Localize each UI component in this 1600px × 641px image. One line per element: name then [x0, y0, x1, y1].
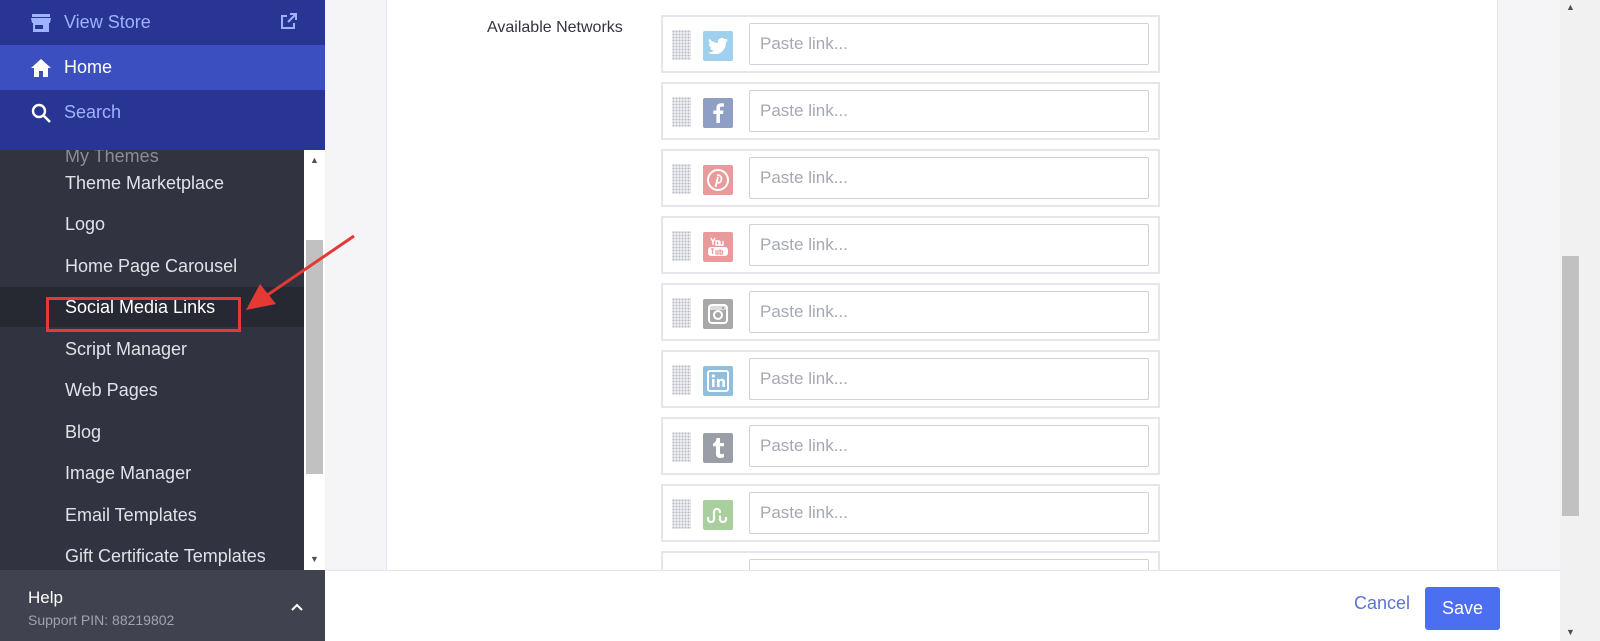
- search-link[interactable]: Search: [0, 90, 325, 135]
- drag-handle-icon[interactable]: [672, 97, 691, 127]
- network-row-stumbleupon[interactable]: [661, 484, 1160, 542]
- home-icon: [30, 57, 52, 79]
- drag-handle-icon[interactable]: [672, 164, 691, 194]
- twitter-link-input[interactable]: [749, 23, 1149, 65]
- main-area: Available Networks Paste link... Paste l…: [325, 0, 1600, 641]
- network-row-pinterest[interactable]: [661, 149, 1160, 207]
- facebook-link-input[interactable]: [749, 90, 1149, 132]
- twitter-icon: [703, 31, 733, 61]
- social-links-card: Available Networks: [386, 0, 1498, 570]
- sidebar-scroll-thumb[interactable]: [306, 240, 323, 474]
- sidebar-item-blog[interactable]: Blog: [0, 412, 304, 452]
- store-icon: [30, 12, 52, 34]
- drag-handle-icon[interactable]: [672, 298, 691, 328]
- home-link[interactable]: Home: [0, 45, 325, 90]
- drag-handle-icon[interactable]: [672, 365, 691, 395]
- view-store-link[interactable]: View Store: [0, 0, 325, 45]
- instagram-icon: [703, 299, 733, 329]
- help-title: Help: [28, 588, 63, 607]
- tumblr-icon: [703, 433, 733, 463]
- storefront-submenu: My Themes Theme Marketplace Logo Home Pa…: [0, 150, 304, 570]
- support-pin: Support PIN: 88219802: [28, 612, 175, 628]
- pinterest-link-input[interactable]: [749, 157, 1149, 199]
- cancel-button[interactable]: Cancel: [1354, 593, 1410, 614]
- scroll-up-arrow-icon[interactable]: ▲: [304, 152, 325, 168]
- facebook-icon: [703, 98, 733, 128]
- stumbleupon-link-input[interactable]: [749, 492, 1149, 534]
- network-row-linkedin[interactable]: [661, 350, 1160, 408]
- action-footer: Cancel Save: [325, 570, 1560, 641]
- linkedin-link-input[interactable]: [749, 358, 1149, 400]
- network-row-tumblr[interactable]: [661, 417, 1160, 475]
- help-panel[interactable]: Help Support PIN: 88219802: [0, 570, 325, 641]
- stumbleupon-icon: [703, 500, 733, 530]
- drag-handle-icon[interactable]: [672, 231, 691, 261]
- network-row-instagram[interactable]: [661, 283, 1160, 341]
- sidebar-item-logo[interactable]: Logo: [0, 204, 304, 244]
- sidebar-item-home-page-carousel[interactable]: Home Page Carousel: [0, 246, 304, 286]
- sidebar-item-image-manager[interactable]: Image Manager: [0, 453, 304, 493]
- youtube-link-input[interactable]: [749, 224, 1149, 266]
- drag-handle-icon[interactable]: [672, 499, 691, 529]
- scroll-down-arrow-icon[interactable]: ▼: [304, 551, 325, 567]
- save-button[interactable]: Save: [1425, 587, 1500, 630]
- network-row-facebook[interactable]: [661, 82, 1160, 140]
- sidebar-item-social-media-links[interactable]: Social Media Links: [0, 287, 304, 327]
- main-scroll-down-arrow-icon[interactable]: ▼: [1562, 625, 1579, 639]
- main-scroll-up-arrow-icon[interactable]: ▲: [1562, 0, 1579, 14]
- sidebar-item-email-templates[interactable]: Email Templates: [0, 495, 304, 535]
- external-link-icon: [281, 13, 297, 34]
- sidebar-item-theme-marketplace[interactable]: Theme Marketplace: [0, 163, 304, 203]
- pinterest-icon: [703, 165, 733, 195]
- available-networks-label: Available Networks: [487, 19, 623, 36]
- network-row-partial[interactable]: [661, 551, 1160, 570]
- chevron-up-icon[interactable]: [291, 598, 303, 616]
- youtube-icon: [703, 232, 733, 262]
- network-row-twitter[interactable]: [661, 15, 1160, 73]
- instagram-link-input[interactable]: [749, 291, 1149, 333]
- drag-handle-icon[interactable]: [672, 432, 691, 462]
- sidebar-item-gift-certificate-templates[interactable]: Gift Certificate Templates: [0, 536, 304, 570]
- tumblr-link-input[interactable]: [749, 425, 1149, 467]
- sidebar: My Themes Theme Marketplace Logo Home Pa…: [0, 0, 325, 641]
- sidebar-top-nav: View Store Home Search: [0, 0, 325, 150]
- partial-link-input[interactable]: [749, 559, 1149, 570]
- main-scroll-thumb[interactable]: [1562, 256, 1579, 516]
- sidebar-item-web-pages[interactable]: Web Pages: [0, 370, 304, 410]
- sidebar-item-script-manager[interactable]: Script Manager: [0, 329, 304, 369]
- drag-handle-icon[interactable]: [672, 30, 691, 60]
- linkedin-icon: [703, 366, 733, 396]
- network-row-youtube[interactable]: [661, 216, 1160, 274]
- search-icon: [30, 102, 52, 124]
